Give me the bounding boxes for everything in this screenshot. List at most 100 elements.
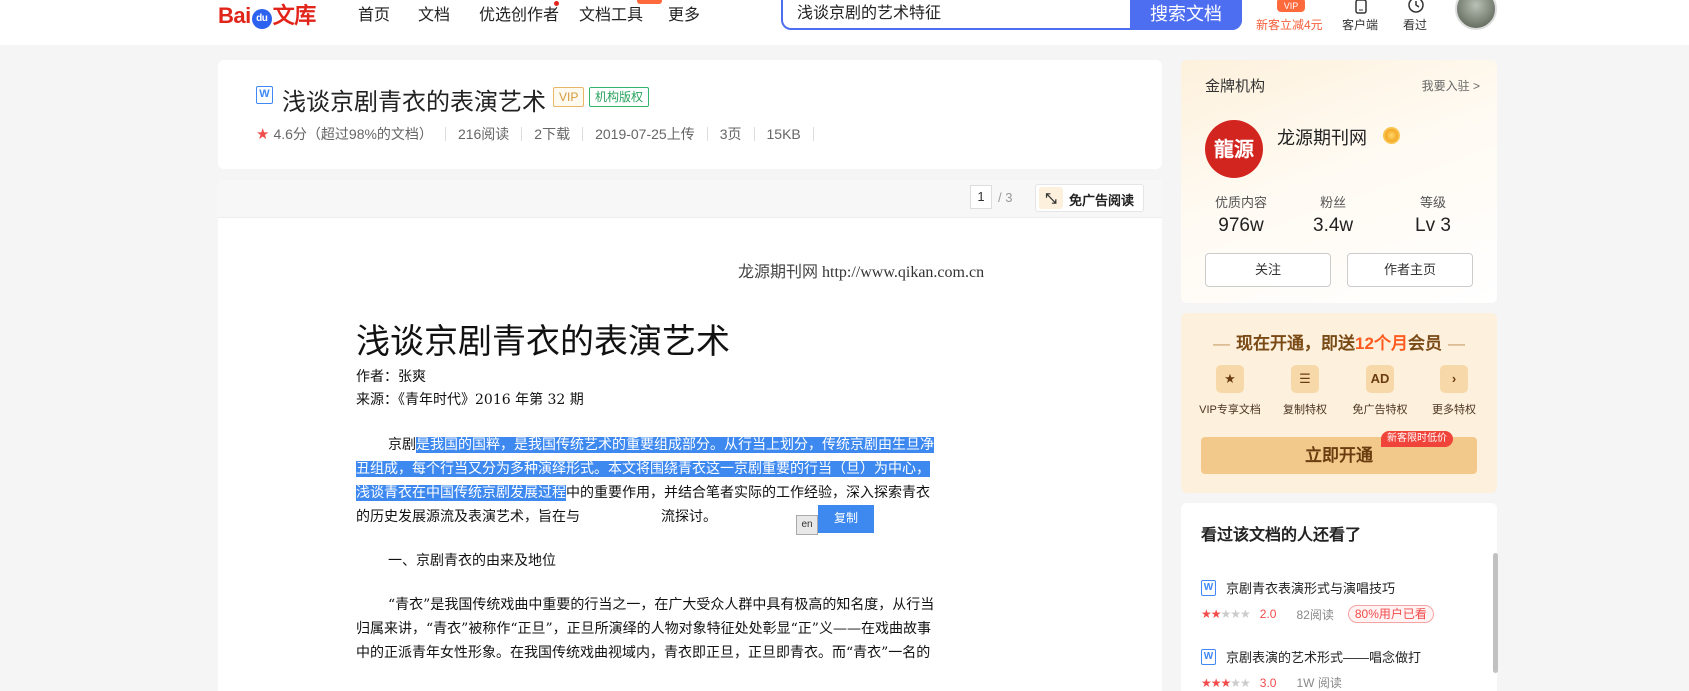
- selected-text[interactable]: 是我国的国粹，是我国传统艺术的重要组成部分。从行当上划分，传统京剧由生旦净: [416, 437, 934, 453]
- copy-doc-icon: ☰: [1291, 365, 1319, 393]
- dash: —: [1213, 334, 1231, 353]
- search-bar: 搜索文档: [781, 0, 1242, 30]
- join-link[interactable]: 我要入驻 >: [1422, 77, 1480, 94]
- doc-header-card: W 浅谈京剧青衣的表演艺术 VIP 机构版权 ★ 4.6分（超过98%的文档） …: [218, 60, 1162, 169]
- logo-du-paw-icon: du: [251, 9, 272, 29]
- rec-score: 3.0: [1259, 675, 1277, 690]
- gold-org-card: 金牌机构 我要入驻 > 龍源 龙源期刊网 优质内容 976w 粉丝 3.4w 等…: [1181, 60, 1497, 303]
- doc-downloads: 2下载: [534, 126, 571, 142]
- search-input[interactable]: [797, 0, 1127, 22]
- client-label: 客户端: [1342, 18, 1379, 32]
- stat-fans: 粉丝 3.4w: [1313, 192, 1353, 237]
- divider: [706, 127, 708, 141]
- history-label: 看过: [1403, 18, 1428, 32]
- also-viewed-heading: 看过该文档的人还看了: [1201, 527, 1362, 544]
- rec-score: 2.0: [1259, 607, 1277, 621]
- vip-headline-a: 现在开通，即送: [1236, 334, 1356, 353]
- vip-discount-link[interactable]: VIP 新客立减4元: [1256, 0, 1323, 33]
- source-url: http://www.qikan.com.cn: [822, 264, 985, 281]
- doc-meta: ★ 4.6分（超过98%的文档） 216阅读 2下载 2019-07-25上传 …: [256, 124, 826, 144]
- vip-feature-more[interactable]: › 更多特权: [1419, 365, 1489, 417]
- text-span: 中的重要作用，并结合笔者实际的工作经验，深入探索青衣: [566, 485, 930, 501]
- vip-feature-copy[interactable]: ☰ 复制特权: [1270, 365, 1340, 417]
- ad-free-icon: AD: [1366, 365, 1394, 393]
- rating-stars-empty: ★★★: [1220, 607, 1251, 621]
- stat-label: 优质内容: [1215, 195, 1268, 210]
- baidu-wenku-logo[interactable]: Bai du 文库: [218, 0, 316, 30]
- stat-value: 976w: [1218, 215, 1264, 236]
- stat-value: 3.4w: [1313, 215, 1354, 236]
- vip-feature-docs[interactable]: ★ VIP专享文档: [1195, 365, 1265, 417]
- user-avatar[interactable]: [1455, 0, 1497, 30]
- page-number-input[interactable]: 1: [970, 185, 992, 209]
- rec-stats: ★★ ★★★ 2.0 82阅读 80%用户已看: [1201, 605, 1434, 623]
- nav-more[interactable]: 更多: [668, 1, 700, 25]
- word-doc-icon: W: [1201, 649, 1216, 665]
- vip-tag: VIP: [553, 87, 585, 107]
- no-ad-read-button[interactable]: ⤡ 免广告阅读: [1035, 184, 1144, 212]
- clock-icon: [1408, 0, 1424, 13]
- rec-title[interactable]: 京剧表演的艺术形式——唱念做打: [1226, 647, 1421, 666]
- paragraph-line[interactable]: 浅谈青衣在中国传统京剧发展过程中的重要作用，并结合笔者实际的工作经验，深入探索青…: [356, 482, 930, 502]
- doc-title: 浅谈京剧青衣的表演艺术: [282, 89, 546, 116]
- rec-reads: 1W 阅读: [1296, 676, 1342, 690]
- viewer-toolbar: 1 / 3 ⤡ 免广告阅读: [218, 180, 1162, 218]
- org-name[interactable]: 龙源期刊网: [1277, 124, 1367, 150]
- paper-title: 浅谈京剧青衣的表演艺术: [356, 322, 730, 362]
- history-link[interactable]: 看过: [1403, 0, 1428, 33]
- nav-doc-tools[interactable]: 文档工具: [579, 1, 643, 25]
- new-user-price-badge: 新客限时低价: [1381, 431, 1453, 447]
- new-badge: [637, 0, 662, 4]
- divider: [582, 127, 584, 141]
- paper-source: 来源：《青年时代》2016 年第 32 期: [356, 392, 584, 408]
- document-page[interactable]: 龙源期刊网 http://www.qikan.com.cn 浅谈京剧青衣的表演艺…: [218, 218, 1162, 691]
- also-viewed-card: 看过该文档的人还看了 W 京剧青衣表演形式与演唱技巧 ★★ ★★★ 2.0 82阅…: [1181, 503, 1497, 691]
- new-dot-badge: [554, 1, 559, 6]
- star-doc-icon: ★: [1216, 365, 1244, 393]
- client-download-link[interactable]: 客户端: [1342, 0, 1379, 33]
- nav-docs[interactable]: 文档: [418, 1, 450, 25]
- phone-icon: [1355, 0, 1367, 14]
- doc-rating: 4.6分（超过98%的文档）: [273, 126, 433, 142]
- divider: [812, 127, 814, 141]
- translate-icon[interactable]: en: [796, 515, 818, 535]
- org-card-heading: 金牌机构: [1205, 78, 1266, 95]
- rec-title[interactable]: 京剧青衣表演形式与演唱技巧: [1226, 578, 1395, 597]
- stat-level: 等级 Lv 3: [1415, 192, 1451, 237]
- nav-home[interactable]: 首页: [358, 1, 390, 25]
- search-button[interactable]: 搜索文档: [1130, 0, 1242, 30]
- rating-stars: ★★: [1201, 607, 1221, 621]
- svg-text:VIP: VIP: [1284, 1, 1299, 11]
- paragraph-line[interactable]: 京剧是我国的国粹，是我国传统艺术的重要组成部分。从行当上划分，传统京剧由生旦净: [388, 434, 934, 454]
- rating-stars-empty: ★★: [1230, 675, 1250, 690]
- divider: [521, 127, 523, 141]
- nav-creators[interactable]: 优选创作者: [479, 1, 559, 25]
- vip-feature-noad[interactable]: AD 免广告特权: [1345, 365, 1415, 417]
- logo-wenku: 文库: [272, 3, 317, 28]
- sidebar-scrollbar[interactable]: [1493, 553, 1498, 673]
- logo-bai: Bai: [218, 3, 251, 28]
- doc-upload-date: 2019-07-25上传: [595, 126, 695, 142]
- vip-headline-b: 会员: [1407, 334, 1442, 353]
- org-logo[interactable]: 龍源: [1205, 120, 1263, 178]
- paragraph-line[interactable]: 的历史发展源流及表演艺术，旨在与 流探讨。: [356, 506, 717, 526]
- vip-discount-label: 新客立减4元: [1256, 18, 1323, 32]
- vip-feature-label: 免广告特权: [1352, 404, 1408, 416]
- stat-label: 等级: [1419, 195, 1446, 210]
- selected-text[interactable]: 浅谈青衣在中国传统京剧发展过程: [356, 485, 566, 501]
- word-doc-icon: W: [256, 86, 273, 104]
- rec-reads: 82阅读: [1296, 607, 1334, 622]
- author-home-button[interactable]: 作者主页: [1347, 253, 1473, 287]
- stat-content: 优质内容 976w: [1215, 192, 1267, 237]
- text-span: 流探讨。: [661, 509, 717, 525]
- word-doc-icon: W: [1201, 580, 1216, 596]
- selected-text[interactable]: 丑组成，每个行当又分为多种演绎形式。本文将围绕青衣这一京剧重要的行当（旦）为中心…: [356, 461, 930, 477]
- paragraph-line: “青衣”是我国传统戏曲中重要的行当之一，在广大受众人群中具有极高的知名度，从行当: [388, 597, 935, 613]
- paragraph-line[interactable]: 丑组成，每个行当又分为多种演绎形式。本文将围绕青衣这一京剧重要的行当（旦）为中心…: [356, 458, 930, 478]
- follow-button[interactable]: 关注: [1205, 253, 1331, 287]
- vip-headline-highlight: 12个月: [1355, 334, 1408, 353]
- doc-reads: 216阅读: [457, 126, 510, 142]
- copy-button[interactable]: 复制: [818, 505, 874, 533]
- text-span: 京剧: [388, 437, 416, 453]
- expand-icon: ⤡: [1039, 187, 1063, 209]
